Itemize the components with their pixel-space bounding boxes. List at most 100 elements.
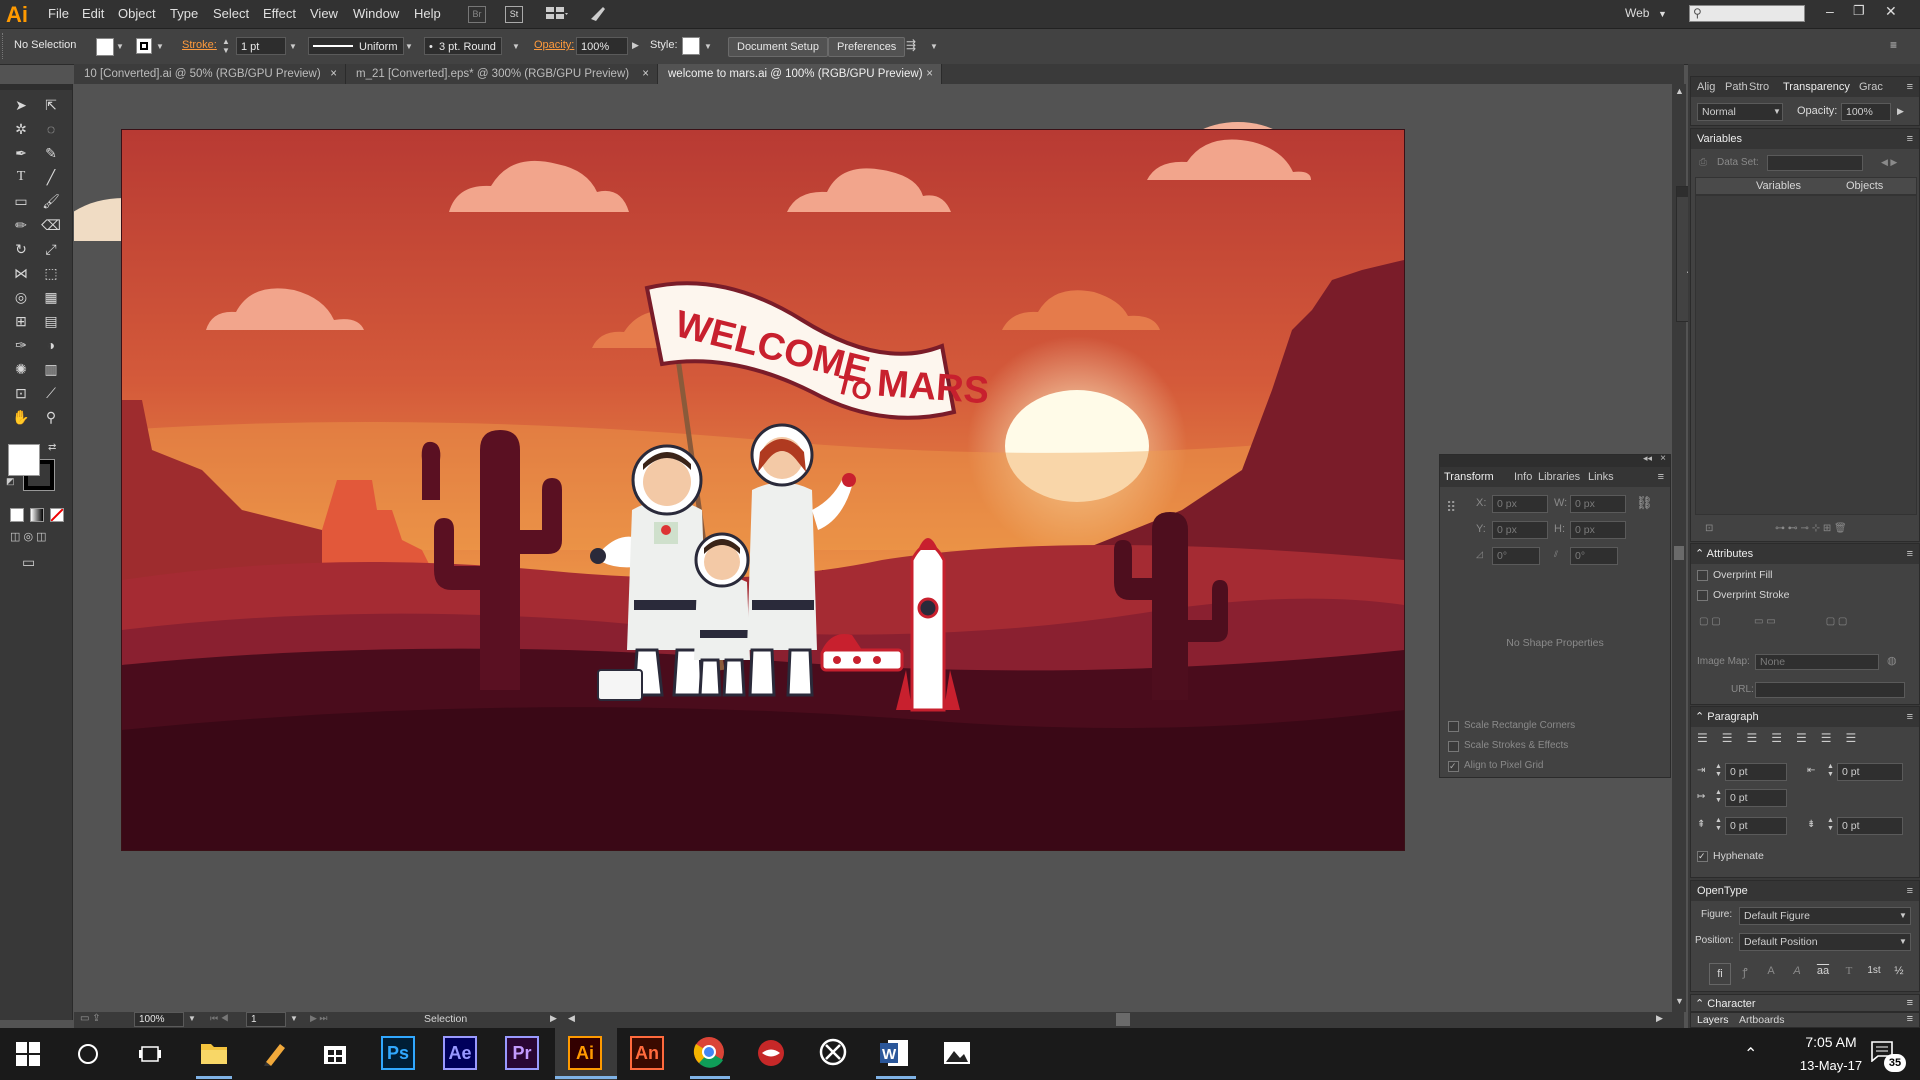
scroll-down-icon[interactable]: ▼ [1675,996,1684,1006]
ordinals-button[interactable]: 1st [1863,965,1885,976]
paintbrush-tool-icon[interactable]: 🖌 [40,190,62,212]
scale-rectangle-corners-checkbox[interactable] [1448,721,1459,732]
workspace-chevron-icon[interactable]: ▼ [1658,9,1667,19]
panel-menu-icon[interactable]: ≡ [1907,1013,1913,1025]
cortana-search-icon[interactable] [78,1044,98,1064]
stroke-dropdown-icon[interactable]: ▼ [156,42,164,51]
slice-tool-icon[interactable]: ⟋ [40,382,62,404]
character-title[interactable]: ⌃ Character [1695,997,1756,1010]
graphic-style-swatch[interactable] [682,37,700,55]
swash-button[interactable]: A [1787,965,1807,977]
zoom-level-input[interactable]: 100% [134,1012,184,1027]
opacity-arrow-icon[interactable]: ▶ [1897,106,1904,117]
opentype-title[interactable]: OpenType [1697,881,1748,901]
menu-view[interactable]: View [310,6,338,21]
hand-tool-icon[interactable]: ✋ [10,406,32,428]
stroke-weight-input[interactable]: 1 pt [236,37,286,55]
mesh-tool-icon[interactable]: ⊞ [10,310,32,332]
stylistic-alternates-button[interactable]: aa [1813,965,1833,977]
panel-menu-icon[interactable]: ≡ [1907,77,1913,97]
brush-definition-select[interactable]: • 3 pt. Round [424,37,502,55]
dataset-nav-icon[interactable]: ◀ ▶ [1881,157,1897,168]
artboard[interactable]: WELCOME TO MARS [121,129,1405,851]
left-indent-input[interactable]: 0 pt [1725,763,1787,781]
zoom-chevron-icon[interactable]: ▼ [188,1014,196,1023]
position-chevron-icon[interactable]: ▼ [1899,937,1907,946]
position-select[interactable]: Default Position [1739,933,1911,951]
stroke-weight-chevron-icon[interactable]: ▼ [289,42,297,51]
preferences-button[interactable]: Preferences [828,37,906,57]
search-input[interactable]: ⚲ [1689,5,1805,22]
tab-pathfinder[interactable]: Path [1725,77,1748,97]
discretionary-ligatures-button[interactable]: A [1761,965,1781,977]
tab-info[interactable]: Info [1514,467,1532,487]
reference-point-icon[interactable]: ⠿ [1446,499,1456,516]
artboard-next-icon[interactable]: ▶ ⏭ [310,1013,328,1024]
tab-transform[interactable]: Transform [1444,467,1494,487]
constrain-proportions-icon[interactable]: ⛓ [1636,495,1653,511]
scale-strokes-checkbox[interactable] [1448,741,1459,752]
zoom-tool-icon[interactable]: ⚲ [40,406,62,428]
width-tool-icon[interactable]: ⋈ [10,262,32,284]
arrange-icon[interactable]: ⇶ [906,38,916,52]
close-button[interactable]: ✕ [1885,3,1897,20]
stock-button[interactable]: St [505,6,523,23]
panel-menu-icon[interactable]: ≡ [1907,707,1913,727]
blend-mode-chevron-icon[interactable]: ▼ [1773,107,1781,116]
symbol-sprayer-tool-icon[interactable]: ✺ [10,358,32,380]
variables-actions-icons[interactable]: ⊶ ⊷ ⊸ ⊹ ⊞ 🗑 [1775,523,1847,534]
scroll-left-icon[interactable]: ◀ [568,1013,575,1024]
tab-layers[interactable]: Layers [1697,1014,1729,1026]
tab-links[interactable]: Links [1588,467,1614,487]
task-view-icon[interactable] [139,1044,161,1064]
toolbar-header[interactable] [0,84,72,90]
panel-menu-icon[interactable]: ≡ [1658,467,1664,487]
shape-builder-tool-icon[interactable]: ◎ [10,286,32,308]
capture-dataset-icon[interactable]: ⎙ [1699,157,1707,168]
tab-gradient[interactable]: Grac [1859,77,1883,97]
brush-chevron-icon[interactable]: ▼ [512,42,520,51]
after-effects-taskbar-icon[interactable]: Ae [443,1036,479,1072]
h-input[interactable]: 0 px [1570,521,1626,539]
gpu-performance-icon[interactable] [588,4,608,24]
pen-tool-icon[interactable]: ✒ [10,142,32,164]
line-tool-icon[interactable]: ╱ [40,166,62,188]
panel-menu-icon[interactable]: ≡ [1907,544,1913,564]
tab-document-3[interactable]: welcome to mars.ai @ 100% (RGB/GPU Previ… [658,64,942,84]
direct-selection-tool-icon[interactable]: ⇱ [40,94,62,116]
pencil-app-icon[interactable] [262,1040,288,1066]
menu-effect[interactable]: Effect [263,6,296,21]
curvature-tool-icon[interactable]: ✎ [40,142,62,164]
lasso-tool-icon[interactable]: ◌ [40,118,62,140]
arrange-documents-icon[interactable] [545,5,569,22]
tab-transparency[interactable]: Transparency [1783,77,1850,97]
file-explorer-icon[interactable] [200,1040,228,1066]
lock-variables-icon[interactable]: ⊡ [1705,523,1713,534]
show-hidden-icons-chevron[interactable]: ⌃ [1744,1044,1757,1064]
tab-libraries[interactable]: Libraries [1538,467,1580,487]
close-icon[interactable]: × [926,64,933,84]
style-chevron-icon[interactable]: ▼ [704,42,712,51]
tab-document-1[interactable]: 10 [Converted].ai @ 50% (RGB/GPU Preview… [74,64,346,84]
tab-document-2[interactable]: m_21 [Converted].eps* @ 300% (RGB/GPU Pr… [346,64,658,84]
control-panel-menu-icon[interactable]: ≡ [1890,38,1897,52]
attributes-title[interactable]: ⌃ Attributes [1695,544,1753,564]
objects-column[interactable]: Objects [1846,180,1883,192]
hyphenate-checkbox[interactable]: ✓ [1697,851,1708,862]
stroke-label[interactable]: Stroke: [182,39,217,51]
right-indent-stepper-icon[interactable]: ▲ ▼ [1827,763,1834,779]
figure-select[interactable]: Default Figure [1739,907,1911,925]
start-button[interactable] [16,1042,40,1066]
menu-window[interactable]: Window [353,6,399,21]
pencil-tool-icon[interactable]: ✏ [10,214,32,236]
right-indent-input[interactable]: 0 pt [1837,763,1903,781]
variable-width-profile-select[interactable]: Uniform [308,37,404,55]
fill-color-swatch[interactable] [8,444,40,476]
panel-title-strip[interactable]: ◂◂ × [1440,453,1670,467]
none-mode-icon[interactable] [50,508,64,522]
perspective-grid-tool-icon[interactable]: ▦ [40,286,62,308]
contextual-alternates-button[interactable]: ꝭ [1735,965,1755,980]
x-input[interactable]: 0 px [1492,495,1548,513]
selection-tool-icon[interactable]: ➤ [10,94,32,116]
rotate-tool-icon[interactable]: ↻ [10,238,32,260]
